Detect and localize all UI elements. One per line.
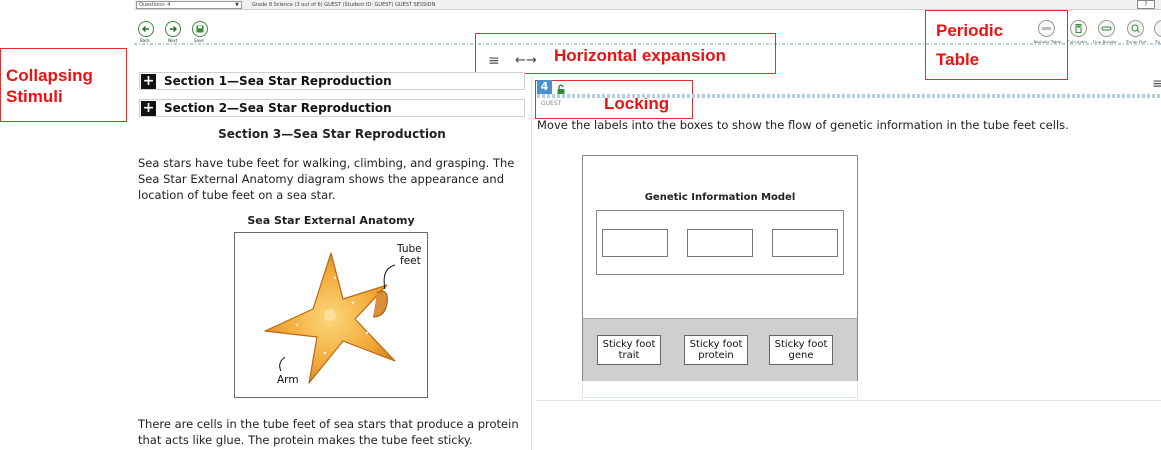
question-select[interactable]: Questions: 4 ▼ <box>136 1 242 9</box>
next-button[interactable] <box>165 21 181 37</box>
label-tray: Sticky foot trait Sticky foot protein St… <box>583 318 857 381</box>
line-reader-icon <box>1101 26 1112 31</box>
draggable-label-trait[interactable]: Sticky foot trait <box>597 335 661 365</box>
calculator-icon <box>1075 24 1082 33</box>
draggable-label-protein[interactable]: Sticky foot protein <box>684 335 748 365</box>
section-3-title: Section 3—Sea Star Reproduction <box>218 127 446 141</box>
zoom-out-button[interactable] <box>1127 20 1144 37</box>
item-menu-icon[interactable]: ≡ <box>1152 76 1161 92</box>
item-divider <box>537 94 1161 98</box>
stimulus-paragraph-2: There are cells in the tube feet of sea … <box>138 417 519 447</box>
chip-line: Sticky foot <box>602 339 656 350</box>
chip-line: Sticky foot <box>774 339 828 350</box>
save-icon <box>196 25 204 33</box>
horizontal-expand-icon[interactable]: ←→ <box>515 53 537 68</box>
line-reader-button[interactable] <box>1098 20 1115 37</box>
arrow-left-icon <box>142 26 149 32</box>
question-select-value: Questions: 4 <box>139 2 171 8</box>
figure-title: Sea Star External Anatomy <box>247 214 415 227</box>
zoom-out-icon <box>1131 24 1140 33</box>
annotation-collapsing-line2: Stimuli <box>6 87 63 106</box>
annotation-periodic-line2: Table <box>936 50 980 69</box>
chip-line: Sticky foot <box>689 339 743 350</box>
section-2-title: Section 2—Sea Star Reproduction <box>164 101 392 115</box>
annotation-collapsing-line1: Collapsing <box>6 66 93 85</box>
sea-star-figure: Tube feet Arm <box>234 232 428 398</box>
zoom-in-button[interactable] <box>1154 20 1161 37</box>
model-title: Genetic Information Model <box>644 192 796 203</box>
section-2-header[interactable]: + Section 2—Sea Star Reproduction <box>139 99 525 117</box>
annotation-periodic-line1: Periodic <box>936 21 1004 40</box>
chip-line: gene <box>788 350 814 361</box>
expand-icon[interactable]: + <box>141 100 156 116</box>
item-prompt: Move the labels into the boxes to show t… <box>537 118 1069 132</box>
calculator-button[interactable] <box>1070 20 1087 37</box>
top-bar: Questions: 4 ▼ Grade 8 Science (3 out of… <box>134 0 1161 10</box>
guest-label: GUEST <box>541 100 562 107</box>
item-bottom-rule <box>536 400 1161 401</box>
drop-box[interactable] <box>772 229 838 257</box>
back-button[interactable] <box>138 21 154 37</box>
model-drop-area <box>596 210 844 275</box>
figure-label-tube: Tube <box>397 243 422 255</box>
annotation-horizontal-expansion: Horizontal expansion <box>554 46 726 65</box>
help-button[interactable]: ? <box>1137 0 1155 9</box>
section-1-header[interactable]: + Section 1—Sea Star Reproduction <box>139 72 525 90</box>
section-1-title: Section 1—Sea Star Reproduction <box>164 74 392 88</box>
item-number: 4 <box>537 80 552 94</box>
stimulus-paragraph-1: Sea stars have tube feet for walking, cl… <box>138 156 515 202</box>
genetic-information-model: Genetic Information Model Sticky foot tr… <box>582 155 858 381</box>
figure-label-feet: feet <box>400 255 421 267</box>
expand-icon[interactable]: + <box>141 73 156 89</box>
drop-box[interactable] <box>602 229 668 257</box>
pane-divider[interactable] <box>531 78 532 450</box>
draggable-label-gene[interactable]: Sticky foot gene <box>769 335 833 365</box>
test-info: Grade 8 Science (3 out of 6) GUEST (Stud… <box>252 2 436 8</box>
chip-line: protein <box>698 350 734 361</box>
chip-line: trait <box>618 350 640 361</box>
response-area-footer <box>582 381 858 398</box>
collapse-menu-icon[interactable]: ≡ <box>488 53 500 69</box>
drop-box[interactable] <box>687 229 753 257</box>
arrow-right-icon <box>170 26 177 32</box>
save-button[interactable] <box>192 21 208 37</box>
chevron-down-icon: ▼ <box>235 2 239 8</box>
figure-label-arm: Arm <box>277 374 299 386</box>
